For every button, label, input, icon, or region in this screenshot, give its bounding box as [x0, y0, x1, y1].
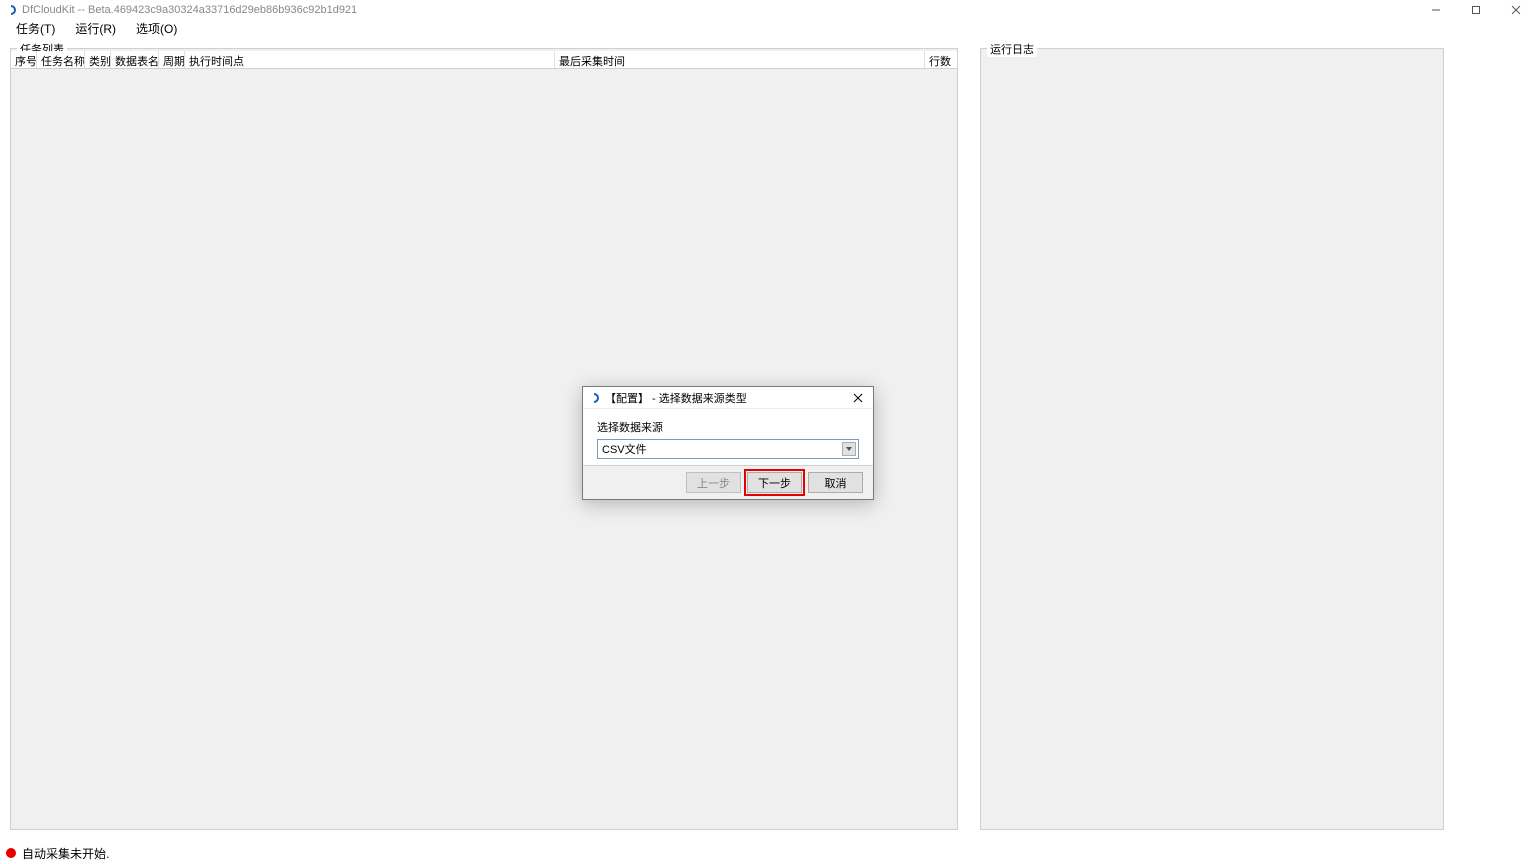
th-lastcollect[interactable]: 最后采集时间	[555, 51, 925, 68]
app-icon	[4, 3, 18, 17]
th-period[interactable]: 周期	[159, 51, 185, 68]
dialog-body: 选择数据来源 CSV文件	[583, 409, 873, 465]
menu-options[interactable]: 选项(O)	[126, 18, 187, 39]
task-table-header: 序号 任务名称 类别 数据表名 周期 执行时间点 最后采集时间 行数	[11, 51, 957, 69]
datasource-combobox[interactable]: CSV文件	[597, 439, 859, 459]
dialog-titlebar: 【配置】 - 选择数据来源类型	[583, 387, 873, 409]
window-controls	[1416, 0, 1536, 19]
datasource-label: 选择数据来源	[597, 419, 859, 435]
dialog-footer: 上一步 下一步 取消	[583, 465, 873, 499]
th-index[interactable]: 序号	[11, 51, 37, 68]
maximize-button[interactable]	[1456, 0, 1496, 19]
th-category[interactable]: 类别	[85, 51, 111, 68]
dialog-close-button[interactable]	[845, 388, 871, 408]
dialog-app-icon	[587, 391, 601, 405]
th-name[interactable]: 任务名称	[37, 51, 85, 68]
window-title: DfCloudKit -- Beta.469423c9a30324a33716d…	[22, 4, 357, 16]
minimize-button[interactable]	[1416, 0, 1456, 19]
th-rows[interactable]: 行数	[925, 51, 957, 68]
title-bar: DfCloudKit -- Beta.469423c9a30324a33716d…	[0, 0, 1536, 19]
th-exectime[interactable]: 执行时间点	[185, 51, 555, 68]
datasource-selected: CSV文件	[602, 441, 647, 457]
next-button[interactable]: 下一步	[747, 472, 802, 493]
log-groupbox: 运行日志	[980, 48, 1444, 830]
status-bar: 自动采集未开始.	[0, 842, 1536, 864]
cancel-button[interactable]: 取消	[808, 472, 863, 493]
main-content: 任务列表 序号 任务名称 类别 数据表名 周期 执行时间点 最后采集时间 行数 …	[0, 38, 1536, 842]
menu-run[interactable]: 运行(R)	[65, 18, 126, 39]
log-legend: 运行日志	[987, 41, 1037, 57]
status-text: 自动采集未开始.	[22, 845, 109, 862]
menu-tasks[interactable]: 任务(T)	[6, 18, 65, 39]
status-dot-icon	[6, 848, 16, 858]
prev-button[interactable]: 上一步	[686, 472, 741, 493]
chevron-down-icon	[842, 442, 856, 456]
th-dataname[interactable]: 数据表名	[111, 51, 159, 68]
dialog-title: 【配置】 - 选择数据来源类型	[605, 390, 747, 406]
panel-log: 运行日志	[980, 48, 1444, 830]
menu-bar: 任务(T) 运行(R) 选项(O)	[0, 19, 1536, 38]
config-dialog: 【配置】 - 选择数据来源类型 选择数据来源 CSV文件 上一步 下一步 取消	[582, 386, 874, 500]
close-button[interactable]	[1496, 0, 1536, 19]
